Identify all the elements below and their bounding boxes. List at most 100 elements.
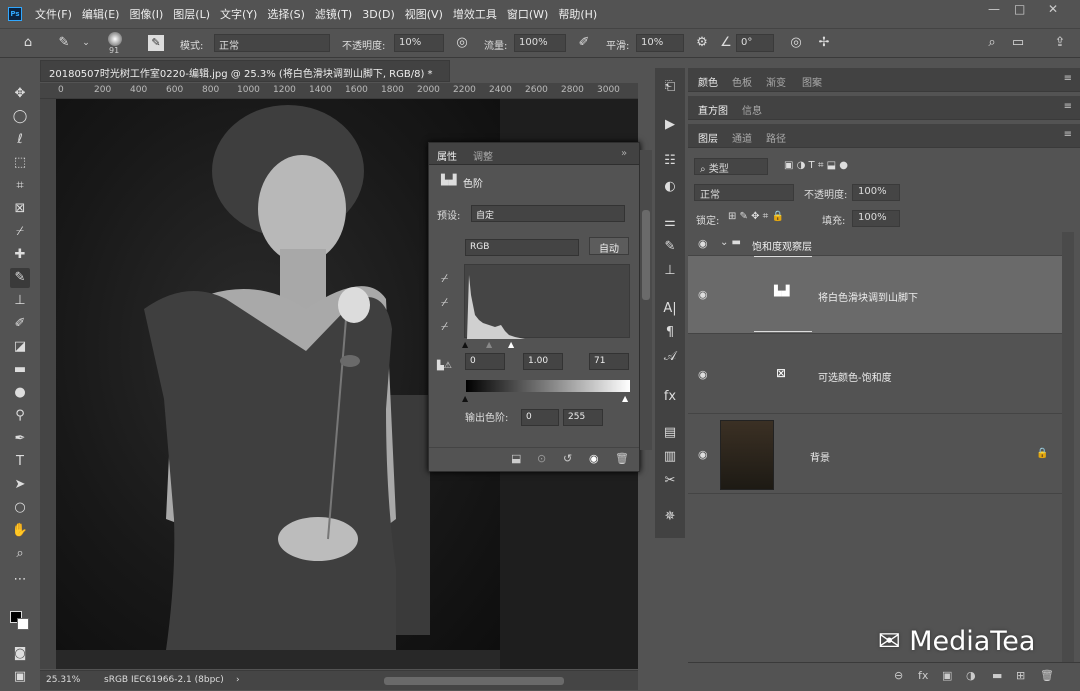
output-white-field[interactable]: 255 [563, 409, 603, 426]
input-gamma-field[interactable]: 1.00 [523, 353, 563, 370]
quick-select-tool-icon[interactable]: ⬚ [10, 153, 30, 173]
horizontal-scrollbar[interactable] [384, 677, 564, 685]
eye-icon[interactable]: ◉ [698, 237, 708, 250]
document-tab[interactable]: 20180507时光树工作室0220-编辑.jpg @ 25.3% (将白色滑块… [40, 60, 450, 82]
background-color-swatch[interactable] [17, 618, 29, 630]
visibility-eye-icon[interactable]: ◉ [589, 452, 599, 465]
panel-menu-icon[interactable]: ≡ [1064, 129, 1072, 140]
history-icon[interactable]: ⎗ [661, 78, 679, 96]
layer-filter-icons[interactable]: ▣ ◑ T ⌗ ⬓ ● [784, 160, 848, 171]
white-eyedropper-icon[interactable]: ⌿ [441, 319, 448, 334]
maximize-button[interactable]: □ [1014, 2, 1025, 16]
preset-select[interactable]: 自定 [471, 205, 625, 222]
path-select-icon[interactable]: ➤ [10, 475, 30, 495]
fill-input[interactable]: 100% [852, 210, 900, 227]
menu-layer[interactable]: 图层(L) [168, 6, 215, 22]
layer-row[interactable]: ◉ 背景 🔒 [688, 416, 1062, 494]
3d-icon[interactable]: ✵ [661, 508, 679, 526]
eyedropper-tool-icon[interactable]: ⌿ [10, 222, 30, 242]
mode-select[interactable]: 正常 [214, 34, 330, 52]
folder-icon[interactable]: ⌄ ▬ [720, 237, 741, 248]
eye-icon[interactable]: ◉ [698, 288, 708, 301]
share-icon[interactable]: ⇪ [1052, 35, 1068, 51]
pressure-opacity-icon[interactable]: ◎ [454, 35, 470, 51]
menu-help[interactable]: 帮助(H) [553, 6, 602, 22]
output-slider-track[interactable]: ▲ ▲ [462, 394, 632, 404]
pen-tool-icon[interactable]: ✒ [10, 429, 30, 449]
panel-menu-icon[interactable]: ≡ [1064, 73, 1072, 84]
flow-input[interactable]: 100% [514, 34, 566, 52]
output-white-slider[interactable]: ▲ [622, 394, 628, 403]
reset-icon[interactable]: ↺ [563, 452, 572, 465]
channel-select[interactable]: RGB [465, 239, 579, 256]
marquee-tool-icon[interactable]: ◯ [10, 107, 30, 127]
glyphs-icon[interactable]: 𝒜 [661, 348, 679, 366]
brush-preview-icon[interactable] [108, 32, 122, 46]
chevron-down-icon[interactable]: ⌄ [78, 35, 94, 51]
layer-row[interactable]: ◉ ▙▟ 将白色滑块调到山脚下 [688, 256, 1062, 334]
layer-thumbnail[interactable] [720, 420, 774, 490]
lock-icon[interactable]: 🔒 [1036, 448, 1048, 459]
tab-swatches[interactable]: 色板 [732, 74, 752, 89]
panel-menu-icon[interactable]: ≡ [1064, 101, 1072, 112]
type-tool-icon[interactable]: T [10, 452, 30, 472]
menu-file[interactable]: 文件(F) [30, 6, 77, 22]
notes-icon[interactable]: ▥ [661, 448, 679, 466]
libraries-icon[interactable]: ▤ [661, 424, 679, 442]
layer-row[interactable]: ◉ ⊠ 可选颜色-饱和度 [688, 336, 1062, 414]
airbrush-icon[interactable]: ✐ [576, 35, 592, 51]
character-icon[interactable]: A| [661, 300, 679, 318]
output-black-field[interactable]: 0 [521, 409, 559, 426]
tab-info[interactable]: 信息 [742, 102, 762, 117]
screen-mode-icon[interactable]: ▣ [10, 667, 30, 687]
crop-tool-icon[interactable]: ⌗ [10, 176, 30, 196]
layer-group-row[interactable]: ◉ ⌄ ▬ 饱和度观察层 [688, 232, 1062, 256]
link-icon[interactable]: ⊖ [894, 669, 903, 682]
workspace-icon[interactable]: ▭ [1010, 35, 1026, 51]
move-tool-icon[interactable]: ✥ [10, 84, 30, 104]
home-icon[interactable]: ⌂ [20, 35, 36, 51]
view-previous-icon[interactable]: ⊙ [537, 452, 546, 465]
black-point-slider[interactable]: ▲ [462, 340, 468, 349]
clipping-warning-icon[interactable]: ▙⚠ [437, 361, 452, 371]
layer-filter-select[interactable]: ⌕ 类型 [694, 158, 768, 175]
gray-eyedropper-icon[interactable]: ⌿ [441, 295, 448, 310]
tab-color[interactable]: 颜色 [698, 74, 718, 89]
mask-icon[interactable]: ▣ [942, 669, 952, 682]
menu-type[interactable]: 文字(Y) [215, 6, 262, 22]
layer-styles-icon[interactable]: fx [661, 388, 679, 406]
eye-icon[interactable]: ◉ [698, 368, 708, 381]
tools-icon[interactable]: ✂ [661, 472, 679, 490]
tab-histogram[interactable]: 直方图 [698, 102, 728, 117]
color-profile[interactable]: sRGB IEC61966-2.1 (8bpc) [104, 675, 224, 685]
menu-view[interactable]: 视图(V) [400, 6, 448, 22]
eye-icon[interactable]: ◉ [698, 448, 708, 461]
blur-tool-icon[interactable]: ● [10, 383, 30, 403]
tab-paths[interactable]: 路径 [766, 130, 786, 145]
menu-window[interactable]: 窗口(W) [502, 6, 553, 22]
auto-button[interactable]: 自动 [589, 237, 629, 255]
menu-plugins[interactable]: 增效工具 [448, 6, 502, 22]
minimize-button[interactable]: — [988, 2, 1000, 16]
layer-opacity-input[interactable]: 100% [852, 184, 900, 201]
gamma-slider[interactable]: ▲ [486, 340, 492, 349]
tab-layers[interactable]: 图层 [698, 130, 718, 145]
properties-scrollbar[interactable] [640, 150, 652, 450]
input-black-field[interactable]: 0 [465, 353, 505, 370]
history-brush-icon[interactable]: ✐ [10, 314, 30, 334]
brush-settings-icon[interactable]: ⚌ [661, 214, 679, 232]
fx-icon[interactable]: fx [918, 669, 928, 682]
input-white-field[interactable]: 71 [589, 353, 629, 370]
tab-properties[interactable]: 属性 [437, 148, 457, 163]
paragraph-icon[interactable]: ¶ [661, 324, 679, 342]
zoom-tool-icon[interactable]: ⌕ [10, 544, 30, 564]
gear-icon[interactable]: ⚙ [694, 35, 710, 51]
actions-play-icon[interactable]: ▶ [661, 116, 679, 134]
scroll-thumb[interactable] [642, 210, 650, 300]
quick-mask-icon[interactable]: ◙ [10, 644, 30, 664]
healing-tool-icon[interactable]: ✚ [10, 245, 30, 265]
menu-image[interactable]: 图像(I) [124, 6, 168, 22]
adjustments-icon[interactable]: ☷ [661, 152, 679, 170]
opacity-input[interactable]: 10% [394, 34, 444, 52]
new-group-icon[interactable]: ▬ [992, 669, 1002, 682]
